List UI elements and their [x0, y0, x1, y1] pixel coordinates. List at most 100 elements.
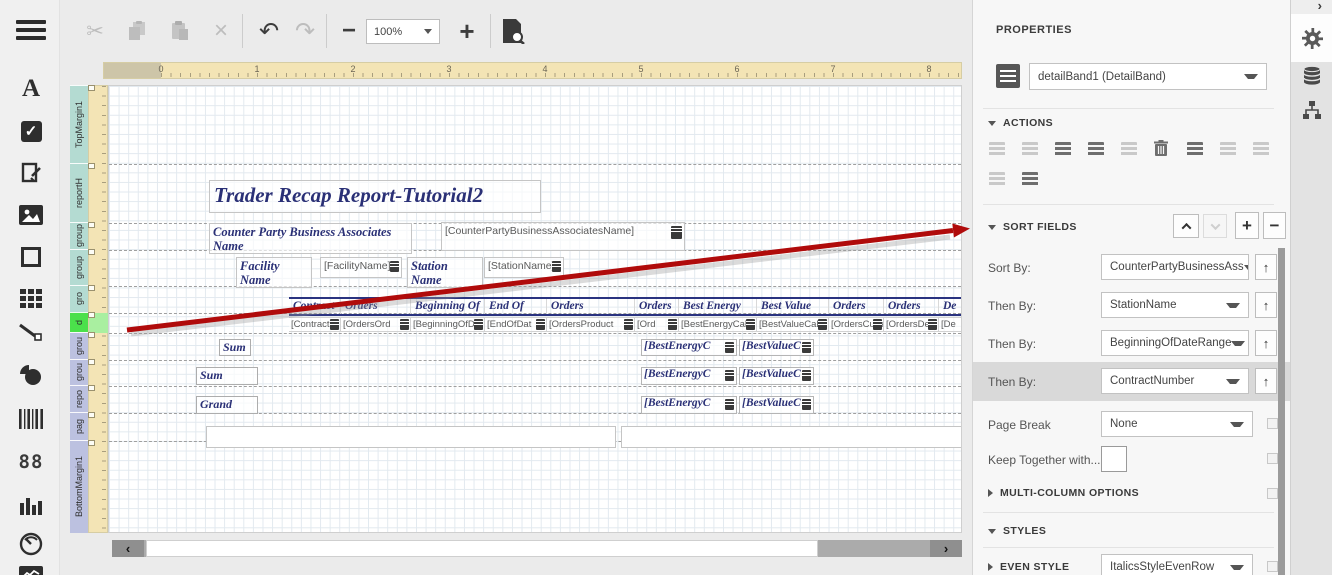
sort-move-up-button[interactable] — [1173, 214, 1199, 238]
page-break-checkbox[interactable] — [1267, 418, 1278, 429]
detail-cell[interactable]: [OrdersProduct — [547, 317, 635, 332]
band-handle[interactable] — [88, 440, 95, 446]
action-icon[interactable] — [1187, 142, 1203, 156]
band-handle[interactable] — [88, 249, 95, 255]
grand-label-textbox[interactable]: Grand — [196, 396, 258, 414]
sum-field-best-energy[interactable]: [BestEnergyC — [641, 367, 737, 385]
undo-icon[interactable]: ↶ — [252, 12, 286, 50]
detail-cell[interactable]: [OrdersOrd — [341, 317, 411, 332]
band-group-footer-2[interactable]: grou — [70, 359, 88, 385]
grand-field-best-energy[interactable]: [BestEnergyC — [641, 396, 737, 414]
column-header[interactable]: End Of — [485, 299, 547, 314]
sort-direction-button[interactable]: ↑ — [1255, 330, 1277, 356]
column-header[interactable]: Best Energy — [679, 299, 757, 314]
band-separator[interactable] — [109, 164, 961, 165]
band-report-header[interactable]: reportH — [70, 163, 88, 222]
report-explorer-icon[interactable] — [1291, 101, 1332, 119]
actions-section-header[interactable]: ACTIONS — [988, 117, 1053, 129]
page-break-dropdown[interactable]: None — [1101, 411, 1253, 437]
collapse-panel-icon[interactable]: › — [1318, 0, 1322, 13]
band-handle[interactable] — [88, 312, 95, 318]
detail-cell[interactable]: [Ord — [635, 317, 679, 332]
tool-shape[interactable] — [13, 359, 49, 391]
band-detail-selected[interactable]: d — [70, 312, 88, 332]
scroll-left-button[interactable]: ‹ — [112, 540, 144, 557]
data-sources-icon[interactable] — [1291, 66, 1332, 86]
tool-graph[interactable] — [13, 489, 49, 521]
redo-icon[interactable]: ↷ — [288, 12, 322, 50]
action-icon[interactable] — [1022, 142, 1038, 156]
sort-fields-section-header[interactable]: SORT FIELDS — [988, 221, 1077, 233]
action-icon[interactable] — [1055, 142, 1071, 156]
tool-gauge[interactable] — [13, 528, 49, 560]
then-by-dropdown-2[interactable]: BeginningOfDateRange — [1101, 330, 1249, 356]
tool-sparkline[interactable] — [13, 558, 49, 575]
scroll-right-button[interactable]: › — [930, 540, 962, 557]
tool-picturebox[interactable] — [13, 199, 49, 231]
tool-table[interactable] — [13, 283, 49, 315]
column-header[interactable]: Contract — [289, 299, 341, 314]
main-menu-icon[interactable] — [16, 20, 46, 40]
band-group-header-3[interactable]: gro — [70, 285, 88, 312]
action-icon[interactable] — [1253, 142, 1269, 156]
band-handle[interactable] — [88, 332, 95, 338]
styles-section-header[interactable]: STYLES — [988, 525, 1046, 537]
delete-icon[interactable]: × — [204, 12, 238, 50]
tool-textbox[interactable]: A — [13, 73, 49, 105]
even-style-checkbox[interactable] — [1267, 561, 1278, 572]
grand-field-best-value[interactable]: [BestValueC — [739, 396, 814, 414]
band-group-header-2[interactable]: group — [70, 249, 88, 285]
band-report-footer[interactable]: repo — [70, 385, 88, 412]
band-handle[interactable] — [88, 222, 95, 228]
sort-direction-button[interactable]: ↑ — [1255, 368, 1277, 394]
sort-by-dropdown[interactable]: CounterPartyBusinessAss — [1101, 254, 1249, 280]
action-icon[interactable] — [1220, 142, 1236, 156]
cut-icon[interactable]: ✂ — [78, 12, 112, 50]
copy-icon[interactable] — [120, 12, 154, 50]
tool-barcode[interactable] — [13, 403, 49, 435]
detail-cell[interactable]: [BeginningOfD — [411, 317, 485, 332]
action-icon[interactable] — [1022, 172, 1038, 186]
even-style-section-header[interactable]: EVEN STYLE — [988, 561, 1069, 573]
settings-gear-icon[interactable] — [1291, 28, 1332, 49]
column-header[interactable]: Orders — [829, 299, 884, 314]
delete-band-icon[interactable] — [1154, 140, 1168, 161]
band-separator[interactable] — [109, 360, 961, 361]
band-separator[interactable] — [109, 386, 961, 387]
detail-cell[interactable]: [BestValueCalc] — [757, 317, 829, 332]
sort-move-down-button[interactable] — [1203, 214, 1227, 238]
sum-field-best-energy[interactable]: [BestEnergyC — [641, 339, 737, 356]
action-icon[interactable] — [989, 172, 1005, 186]
multi-column-section-header[interactable]: MULTI-COLUMN OPTIONS — [988, 487, 1139, 499]
tool-panel[interactable] — [13, 241, 49, 273]
station-label-textbox[interactable]: Station Name — [407, 257, 483, 288]
detail-cell[interactable]: [De — [939, 317, 962, 332]
band-bottom-margin[interactable]: BottomMargin1 — [70, 440, 88, 533]
column-header[interactable]: Orders — [884, 299, 939, 314]
group1-field-textbox[interactable]: [CounterPartyBusinessAssociatesName] — [441, 222, 685, 251]
facility-field-textbox[interactable]: [FacilityName] — [320, 257, 402, 278]
band-separator[interactable] — [109, 333, 961, 334]
keep-together-box[interactable] — [1101, 446, 1127, 472]
then-by-dropdown-3[interactable]: ContractNumber — [1101, 368, 1249, 394]
horizontal-scrollbar[interactable]: ‹ › — [112, 540, 962, 557]
page-footer-textbox[interactable] — [621, 426, 962, 448]
page-footer-textbox[interactable] — [206, 426, 616, 448]
preview-icon[interactable] — [496, 12, 530, 50]
remove-sort-field-button[interactable]: − — [1263, 212, 1286, 239]
action-icon[interactable] — [1088, 142, 1104, 156]
sum-label-textbox[interactable]: Sum — [196, 367, 258, 385]
zoom-in-icon[interactable]: + — [450, 12, 484, 50]
sum-field-best-value[interactable]: [BestValueC — [739, 367, 814, 385]
detail-cell[interactable]: [Contract — [289, 317, 341, 332]
band-group-footer-1[interactable]: grou — [70, 332, 88, 359]
sum-label-textbox[interactable]: Sum — [219, 339, 251, 356]
column-header[interactable]: Orders — [635, 299, 679, 314]
design-surface[interactable]: Trader Recap Report-Tutorial2 Counter Pa… — [108, 85, 962, 533]
add-sort-field-button[interactable]: + — [1235, 212, 1259, 239]
tool-html-textbox[interactable] — [13, 157, 49, 189]
tool-crosstab[interactable]: 88 — [13, 446, 49, 478]
band-handle[interactable] — [88, 163, 95, 169]
column-header[interactable]: De — [939, 299, 962, 314]
detail-cell[interactable]: [OrdersCurre — [829, 317, 884, 332]
